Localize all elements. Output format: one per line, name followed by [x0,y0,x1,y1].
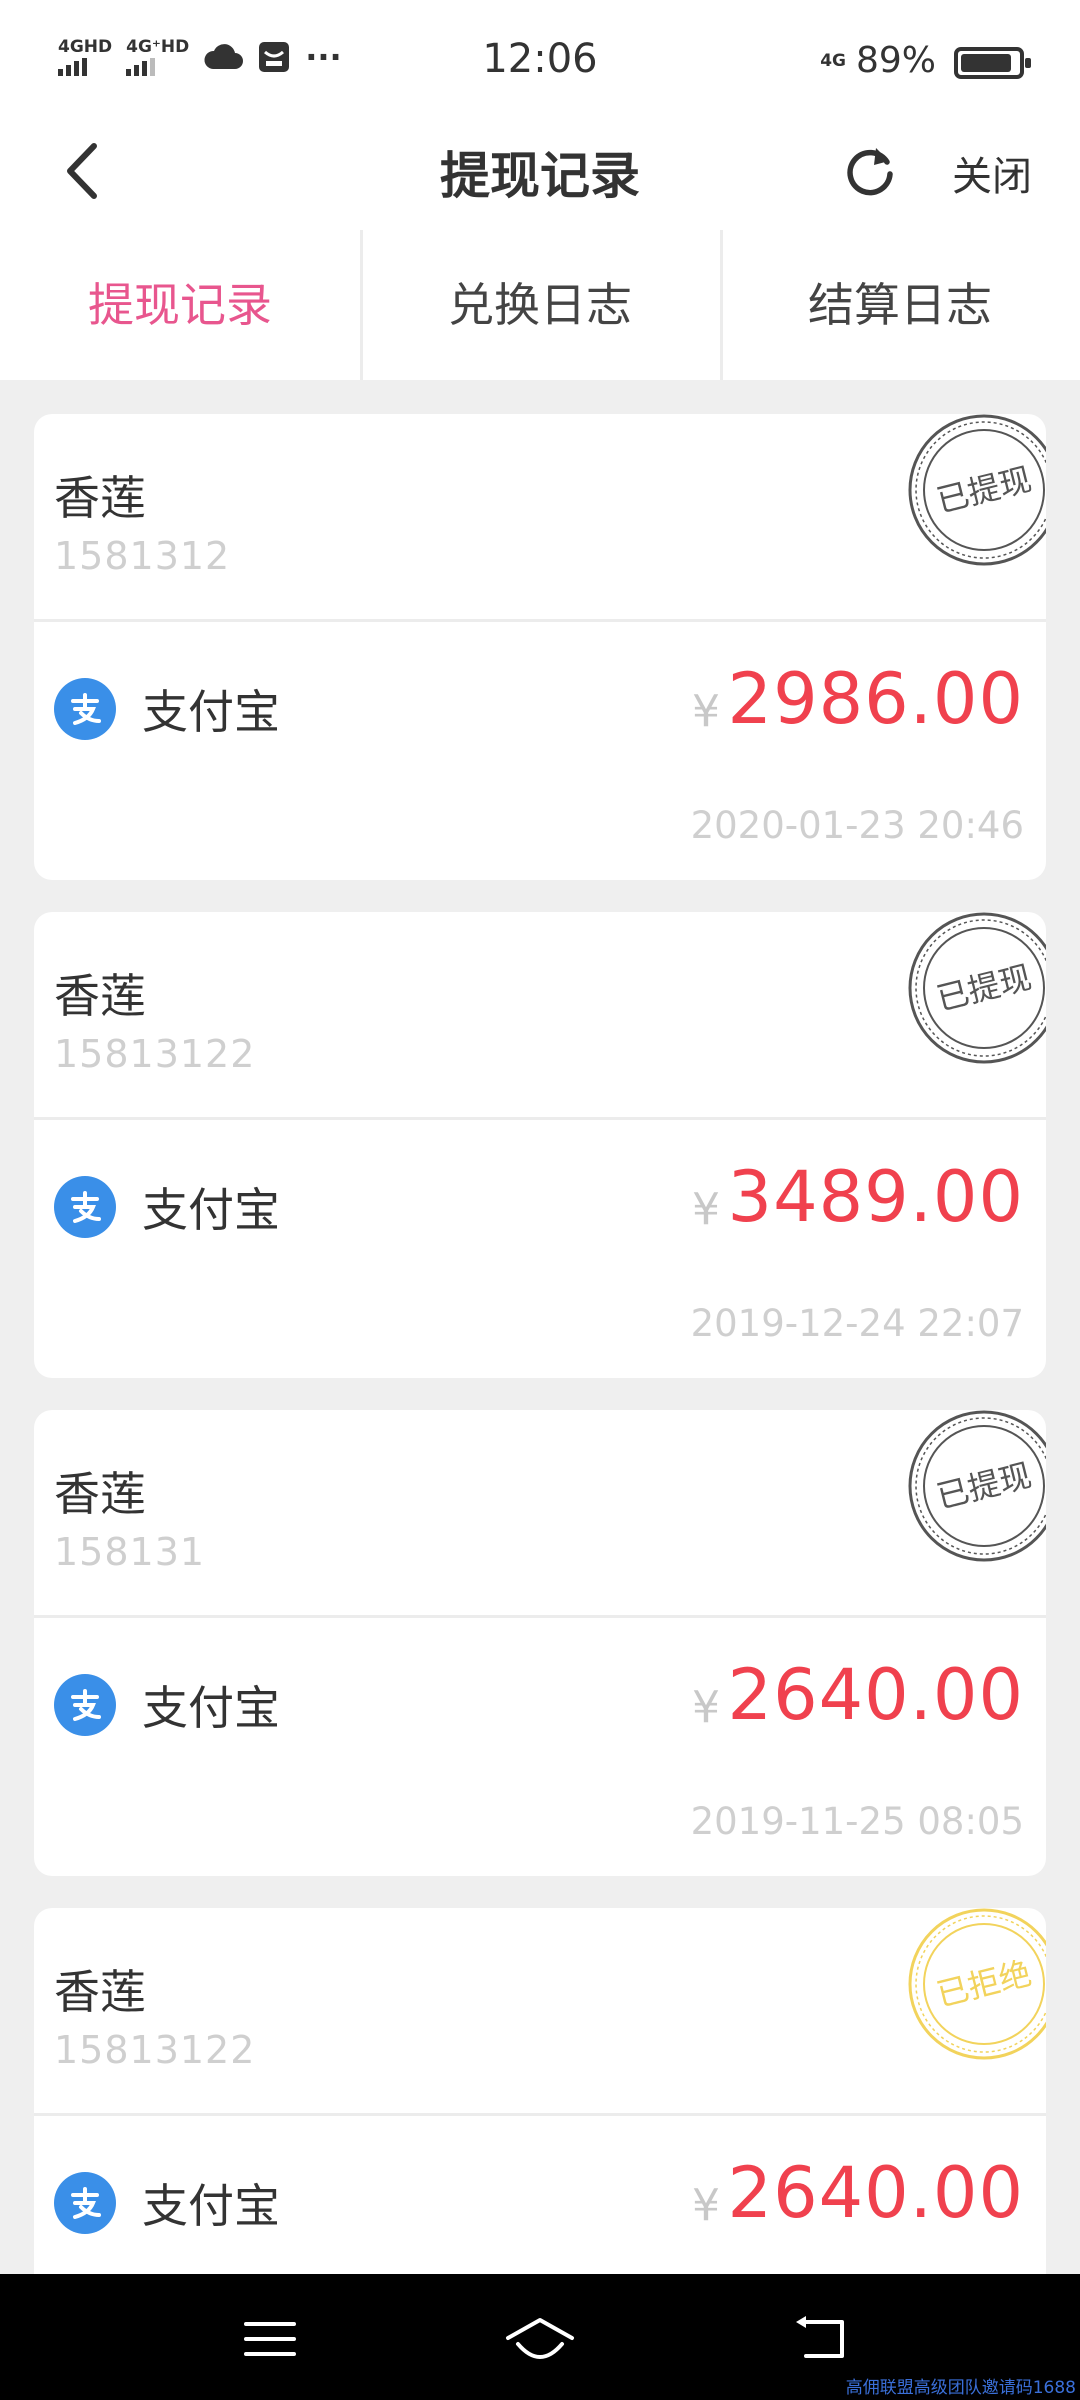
menu-icon[interactable] [240,2314,300,2364]
system-nav-bar: 高佣联盟高级团队邀请码1688 [0,2274,1080,2400]
page-title: 提现记录 [440,147,640,205]
payment-method: 支付宝 [54,1672,280,1738]
payment-method-label: 支付宝 [142,1183,280,1237]
payment-method-label: 支付宝 [142,685,280,739]
close-button[interactable]: 关闭 [952,144,1032,202]
stamp-label: 已提现 [933,958,1035,1018]
record-account: 15813122 [54,2028,256,2072]
withdraw-amount: 2640.00 [727,1654,1024,1736]
alipay-icon [54,678,116,740]
record-header: 香莲 1581312 已提现 [34,414,1046,622]
currency-symbol: ¥ [692,1184,720,1235]
alipay-icon [54,2172,116,2234]
alipay-icon [54,1176,116,1238]
battery-icon [954,47,1031,79]
record-account: 15813122 [54,1032,256,1076]
withdraw-amount: 3489.00 [727,1156,1024,1238]
payment-method: 支付宝 [54,1174,280,1240]
stamp-label: 已拒绝 [933,1954,1035,2014]
status-bar: 4GHD 4G⁺HD ··· 12:06 4G 89% [0,0,1080,120]
currency-symbol: ¥ [692,1682,720,1733]
home-icon[interactable] [504,2314,576,2364]
record-name: 香莲 [54,1965,146,2019]
record-date: 2019-12-24 22:07 [690,1302,1024,1345]
tab-withdraw-records[interactable]: 提现记录 [0,230,360,380]
record-header: 香莲 158131 已提现 [34,1410,1046,1618]
stamp-withdrawn-icon: 已提现 [908,912,1046,1064]
network-4g-icon: 4G [820,50,846,71]
record-card[interactable]: 香莲 1581312 已提现 支付宝 ¥ 2986.00 2020-01-23 … [34,414,1046,880]
record-date: 2020-01-23 20:46 [690,804,1024,847]
alipay-icon [54,1674,116,1736]
tab-bar: 提现记录 兑换日志 结算日志 [0,230,1080,380]
tab-settlement-log[interactable]: 结算日志 [720,230,1080,380]
withdraw-record-list[interactable]: 香莲 1581312 已提现 支付宝 ¥ 2986.00 2020-01-23 … [34,414,1046,2274]
tab-exchange-log[interactable]: 兑换日志 [360,230,720,380]
withdraw-amount: 2986.00 [727,658,1024,740]
stamp-rejected-icon: 已拒绝 [908,1908,1046,2060]
stamp-label: 已提现 [933,1456,1035,1516]
record-date: 2019-11-25 08:05 [690,1800,1024,1843]
withdraw-amount: 2640.00 [727,2152,1024,2234]
record-header: 香莲 15813122 已拒绝 [34,1908,1046,2116]
stamp-withdrawn-icon: 已提现 [908,1410,1046,1562]
stamp-withdrawn-icon: 已提现 [908,414,1046,566]
status-icons-right: 4G 89% [820,40,936,81]
record-name: 香莲 [54,1467,146,1521]
record-card[interactable]: 香莲 15813122 已提现 支付宝 ¥ 3489.00 2019-12-24… [34,912,1046,1378]
record-name: 香莲 [54,969,146,1023]
back-icon[interactable] [792,2314,852,2364]
record-card[interactable]: 香莲 158131 已提现 支付宝 ¥ 2640.00 2019-11-25 0… [34,1410,1046,1876]
record-header: 香莲 15813122 已提现 [34,912,1046,1120]
payment-method: 支付宝 [54,676,280,742]
currency-symbol: ¥ [692,686,720,737]
battery-percent: 89% [855,40,936,81]
watermark-text: 高佣联盟高级团队邀请码1688 [845,2378,1076,2398]
record-name: 香莲 [54,471,146,525]
record-account: 158131 [54,1530,206,1574]
payment-method-label: 支付宝 [142,2179,280,2233]
refresh-icon[interactable] [840,140,900,200]
payment-method: 支付宝 [54,2170,280,2236]
record-card[interactable]: 香莲 15813122 已拒绝 支付宝 ¥ 2640.00 [34,1908,1046,2274]
nav-bar: 提现记录 关闭 [0,120,1080,230]
stamp-label: 已提现 [933,460,1035,520]
currency-symbol: ¥ [692,2180,720,2231]
record-account: 1581312 [54,534,231,578]
payment-method-label: 支付宝 [142,1681,280,1735]
